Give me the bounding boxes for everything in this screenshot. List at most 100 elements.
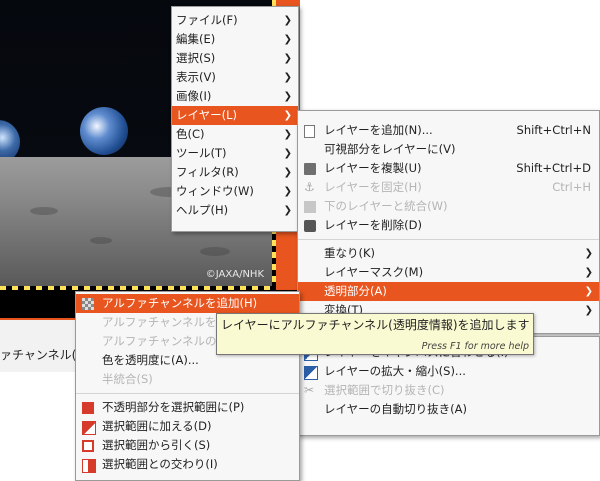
merge-down-item[interactable]: 下のレイヤーと統合(W): [298, 197, 599, 216]
chevron-right-icon: ❯: [283, 15, 292, 26]
menu-item-label: レイヤーの拡大・縮小(S)...: [324, 364, 466, 378]
menu-item-label: 色(C): [176, 127, 205, 141]
subtract-from-selection-item[interactable]: 選択範囲から引く(S): [76, 436, 299, 455]
menu-layer[interactable]: レイヤー(L) ❯: [172, 106, 298, 125]
menu-item-label: ヘルプ(H): [176, 203, 229, 217]
menu-item-label: レイヤーの自動切り抜き(A): [324, 402, 467, 416]
chevron-right-icon: ❯: [283, 167, 292, 178]
duplicate-layer-item[interactable]: レイヤーを複製(U) Shift+Ctrl+D: [298, 159, 599, 178]
menu-item-label: レイヤーマスク(M): [324, 265, 424, 279]
layer-mask-item[interactable]: レイヤーマスク(M) ❯: [298, 263, 599, 282]
menu-help[interactable]: ヘルプ(H) ❯: [172, 201, 298, 220]
menu-item-label: 画像(I): [176, 89, 212, 103]
alpha-to-selection-item[interactable]: 不透明部分を選択範囲に(P): [76, 398, 299, 417]
layer-submenu: レイヤーを追加(N)... Shift+Ctrl+N 可視部分をレイヤーに(V)…: [297, 110, 600, 334]
photo-credit: ©JAXA/NHK: [205, 269, 264, 280]
selection-border: [0, 286, 276, 290]
tooltip: レイヤーにアルファチャンネル(透明度情報)を追加します Press F1 for…: [216, 313, 534, 355]
tooltip-text: レイヤーにアルファチャンネル(透明度情報)を追加します: [221, 318, 530, 332]
menu-item-label: 選択(S): [176, 51, 216, 65]
chevron-right-icon: ❯: [283, 186, 292, 197]
chevron-right-icon: ❯: [283, 110, 292, 121]
anchor-layer-item[interactable]: ⚓ レイヤーを固定(H) Ctrl+H: [298, 178, 599, 197]
shortcut-label: Shift+Ctrl+D: [516, 161, 591, 175]
crop-to-selection-item[interactable]: ✂ 選択範囲で切り抜き(C): [298, 381, 599, 400]
chevron-right-icon: ❯: [584, 248, 593, 259]
menu-edit[interactable]: 編集(E) ❯: [172, 30, 298, 49]
new-layer-icon: [304, 125, 315, 138]
menu-item-label: レイヤーを複製(U): [324, 161, 422, 175]
selection-add-icon: [82, 421, 96, 435]
menu-separator: [76, 393, 299, 394]
menu-item-label: ウィンドウ(W): [176, 184, 254, 198]
chevron-right-icon: ❯: [283, 205, 292, 216]
chevron-right-icon: ❯: [283, 72, 292, 83]
menu-item-label: 選択範囲に加える(D): [102, 419, 212, 433]
menu-item-label: 不透明部分を選択範囲に(P): [102, 400, 245, 414]
menu-item-label: 下のレイヤーと統合(W): [324, 199, 448, 213]
menu-item-label: レイヤーを削除(D): [324, 218, 422, 232]
menu-filters[interactable]: フィルタ(R) ❯: [172, 163, 298, 182]
semi-flatten-item[interactable]: 半統合(S): [76, 370, 299, 389]
menu-file[interactable]: ファイル(F) ❯: [172, 11, 298, 30]
transparency-item[interactable]: 透明部分(A) ❯: [298, 282, 599, 301]
alpha-to-selection-icon: [82, 402, 94, 414]
duplicate-layer-icon: [304, 163, 316, 175]
chevron-right-icon: ❯: [283, 53, 292, 64]
trash-icon: [304, 220, 316, 232]
earth-right: [80, 107, 128, 155]
chevron-right-icon: ❯: [283, 91, 292, 102]
new-from-visible-item[interactable]: 可視部分をレイヤーに(V): [298, 140, 599, 159]
menu-item-label: 色を透明度に(A)...: [102, 353, 199, 367]
menu-windows[interactable]: ウィンドウ(W) ❯: [172, 182, 298, 201]
add-to-selection-item[interactable]: 選択範囲に加える(D): [76, 417, 299, 436]
menu-select[interactable]: 選択(S) ❯: [172, 49, 298, 68]
layers-panel-row[interactable]: ァチャンネル(並: [0, 318, 88, 372]
new-layer-item[interactable]: レイヤーを追加(N)... Shift+Ctrl+N: [298, 121, 599, 140]
crop-icon: ✂: [304, 383, 315, 397]
selection-intersect-icon: [82, 459, 96, 473]
chevron-right-icon: ❯: [283, 129, 292, 140]
menu-image[interactable]: 画像(I) ❯: [172, 87, 298, 106]
menu-item-label: 選択範囲から引く(S): [102, 438, 211, 452]
menu-item-label: 重なり(K): [324, 246, 376, 260]
chevron-right-icon: ❯: [584, 267, 593, 278]
menu-item-label: レイヤーを固定(H): [324, 180, 422, 194]
menu-view[interactable]: 表示(V) ❯: [172, 68, 298, 87]
menu-item-label: 編集(E): [176, 32, 216, 46]
chevron-right-icon: ❯: [283, 34, 292, 45]
selection-subtract-icon: [82, 440, 94, 452]
menu-item-label: ファイル(F): [176, 13, 238, 27]
tooltip-hint: Press F1 for more help: [421, 341, 529, 352]
checker-icon: [82, 298, 94, 310]
menu-separator: [298, 239, 599, 240]
chevron-right-icon: ❯: [584, 286, 593, 297]
merge-down-icon: [304, 201, 316, 213]
chevron-right-icon: ❯: [584, 305, 593, 316]
menu-item-label: 半統合(S): [102, 372, 153, 386]
menu-item-label: レイヤー(L): [176, 108, 238, 122]
menu-item-label: フィルタ(R): [176, 165, 239, 179]
stack-item[interactable]: 重なり(K) ❯: [298, 244, 599, 263]
menu-item-label: レイヤーを追加(N)...: [324, 123, 433, 137]
menu-colors[interactable]: 色(C) ❯: [172, 125, 298, 144]
delete-layer-item[interactable]: レイヤーを削除(D): [298, 216, 599, 235]
menu-item-label: 透明部分(A): [324, 284, 387, 298]
menu-item-label: 選択範囲で切り抜き(C): [324, 383, 445, 397]
shortcut-label: Shift+Ctrl+N: [516, 123, 591, 137]
anchor-icon: ⚓: [304, 180, 315, 194]
menu-item-label: 選択範囲との交わり(I): [102, 457, 218, 471]
menu-item-label: アルファチャンネルを追加(H): [102, 296, 258, 310]
main-menu: ファイル(F) ❯ 編集(E) ❯ 選択(S) ❯ 表示(V) ❯ 画像(I) ❯ レイヤ…: [171, 6, 299, 232]
shortcut-label: Ctrl+H: [552, 180, 591, 194]
menu-item-label: 表示(V): [176, 70, 216, 84]
autocrop-layer-item[interactable]: レイヤーの自動切り抜き(A): [298, 400, 599, 419]
menu-tools[interactable]: ツール(T) ❯: [172, 144, 298, 163]
scale-layer-icon: [304, 366, 318, 380]
scale-layer-item[interactable]: レイヤーの拡大・縮小(S)...: [298, 362, 599, 381]
intersect-with-selection-item[interactable]: 選択範囲との交わり(I): [76, 455, 299, 474]
add-alpha-channel-item[interactable]: アルファチャンネルを追加(H): [76, 294, 299, 313]
menu-item-label: ツール(T): [176, 146, 227, 160]
chevron-right-icon: ❯: [283, 148, 292, 159]
menu-item-label: 可視部分をレイヤーに(V): [324, 142, 456, 156]
